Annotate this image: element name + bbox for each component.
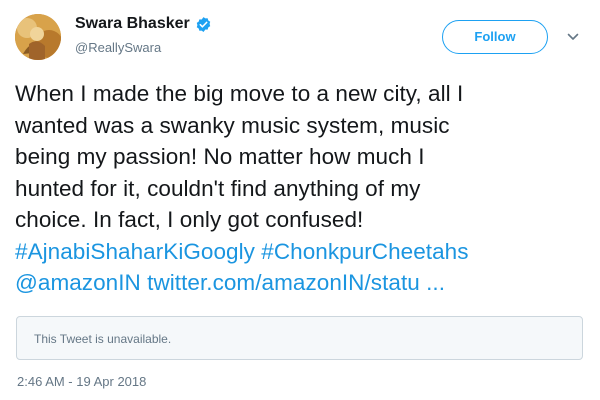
tweet-timestamp[interactable]: 2:46 AM - 19 Apr 2018 xyxy=(17,374,146,390)
avatar[interactable] xyxy=(15,14,61,60)
hashtag-link[interactable]: #ChonkpurCheetahs xyxy=(261,239,468,264)
quoted-tweet-unavailable-text: This Tweet is unavailable. xyxy=(34,332,172,346)
tweet-text-line: wanted was a swanky music system, music xyxy=(15,112,450,138)
author-handle[interactable]: @ReallySwara xyxy=(75,40,161,56)
author-name-row[interactable]: Swara Bhasker xyxy=(75,14,212,34)
tweet-text-line: choice. In fact, I only got confused! xyxy=(15,207,364,232)
tweet-text-line: When I made the big move to a new city, … xyxy=(15,81,464,106)
avatar-image xyxy=(15,14,61,60)
tweet-text-line: hunted for it, couldn't find anything of… xyxy=(15,175,421,201)
tweet-link-line: @amazonIN twitter.com/amazonIN/statu ... xyxy=(15,267,590,299)
tweet-hashtag-line: #AjnabiShaharKiGoogly #ChonkpurCheetahs xyxy=(15,236,590,268)
chevron-down-icon[interactable] xyxy=(566,30,580,44)
follow-button[interactable]: Follow xyxy=(442,20,548,54)
hashtag-link[interactable]: #AjnabiShaharKiGoogly xyxy=(15,239,255,264)
tweet-text-line: being my passion! No matter how much I xyxy=(15,144,425,169)
tweet-card: Swara Bhasker @ReallySwara Follow When I… xyxy=(0,0,600,400)
url-link[interactable]: twitter.com/amazonIN/statu ... xyxy=(147,270,445,295)
mention-link[interactable]: @amazonIN xyxy=(15,270,141,295)
tweet-text: When I made the big move to a new city, … xyxy=(15,78,590,299)
author-name[interactable]: Swara Bhasker xyxy=(75,14,190,34)
quoted-tweet-box[interactable]: This Tweet is unavailable. xyxy=(16,316,583,360)
verified-badge-icon xyxy=(196,16,210,32)
